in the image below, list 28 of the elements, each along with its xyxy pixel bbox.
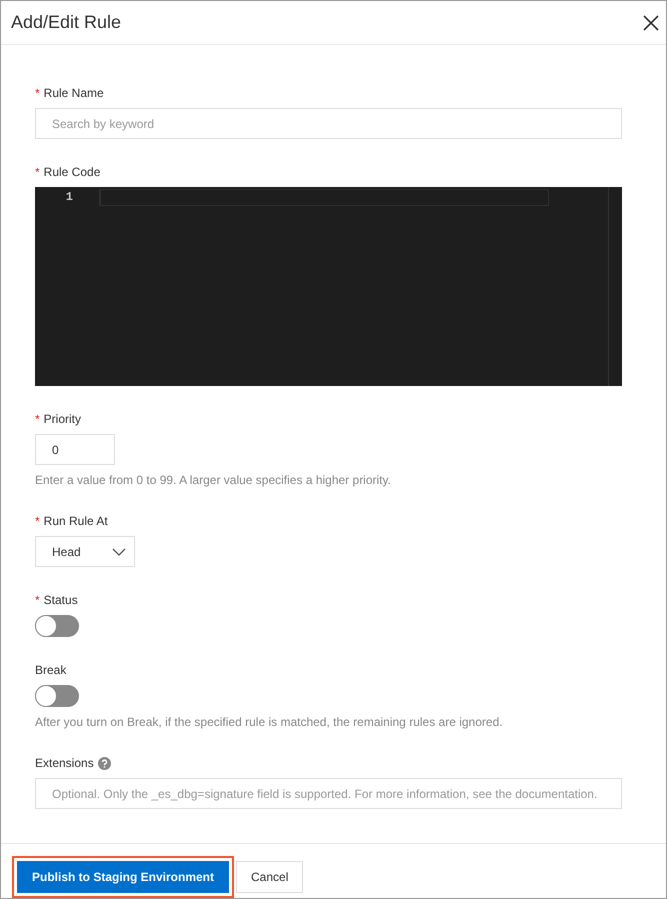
help-text: After you turn on Break, if the specified rule is matched, the remaining rules are ignored. [35, 715, 504, 730]
field-label: Run Rule At [44, 514, 108, 528]
required-asterisk: * [35, 86, 40, 100]
field-label: Break [35, 663, 66, 677]
number-field[interactable]: 0 [35, 434, 115, 465]
input-field[interactable]: Optional. Only the _es_dbg=signature field is supported. For more information, see the documentation. [35, 778, 622, 809]
required-asterisk: * [35, 412, 40, 426]
field-label: Rule Name [44, 86, 104, 100]
chevron-down-icon [112, 548, 126, 556]
field-label: Status [44, 593, 78, 607]
field-label: Priority [44, 412, 82, 426]
required-asterisk: * [35, 593, 40, 607]
dialog-title: Add/Edit Rule [11, 12, 122, 33]
line-number: 1 [64, 190, 73, 205]
required-asterisk: * [35, 514, 40, 528]
help-text: Enter a value from 0 to 99. A larger value specifies a higher priority. [35, 473, 392, 488]
toggle-switch[interactable] [35, 615, 79, 637]
required-asterisk: * [35, 165, 40, 179]
cancel-button[interactable]: Cancel [236, 861, 304, 893]
input-field[interactable]: Search by keyword [35, 108, 622, 139]
code-editor[interactable]: 1 [35, 187, 622, 386]
field-label: Extensions [35, 756, 94, 770]
toggle-switch[interactable] [35, 685, 79, 707]
field-label: Rule Code [44, 165, 100, 179]
select-field[interactable]: Head [35, 536, 135, 567]
help-icon[interactable] [98, 756, 111, 770]
close-icon[interactable] [642, 14, 660, 32]
publish-button[interactable]: Publish to Staging Environment [17, 861, 230, 893]
